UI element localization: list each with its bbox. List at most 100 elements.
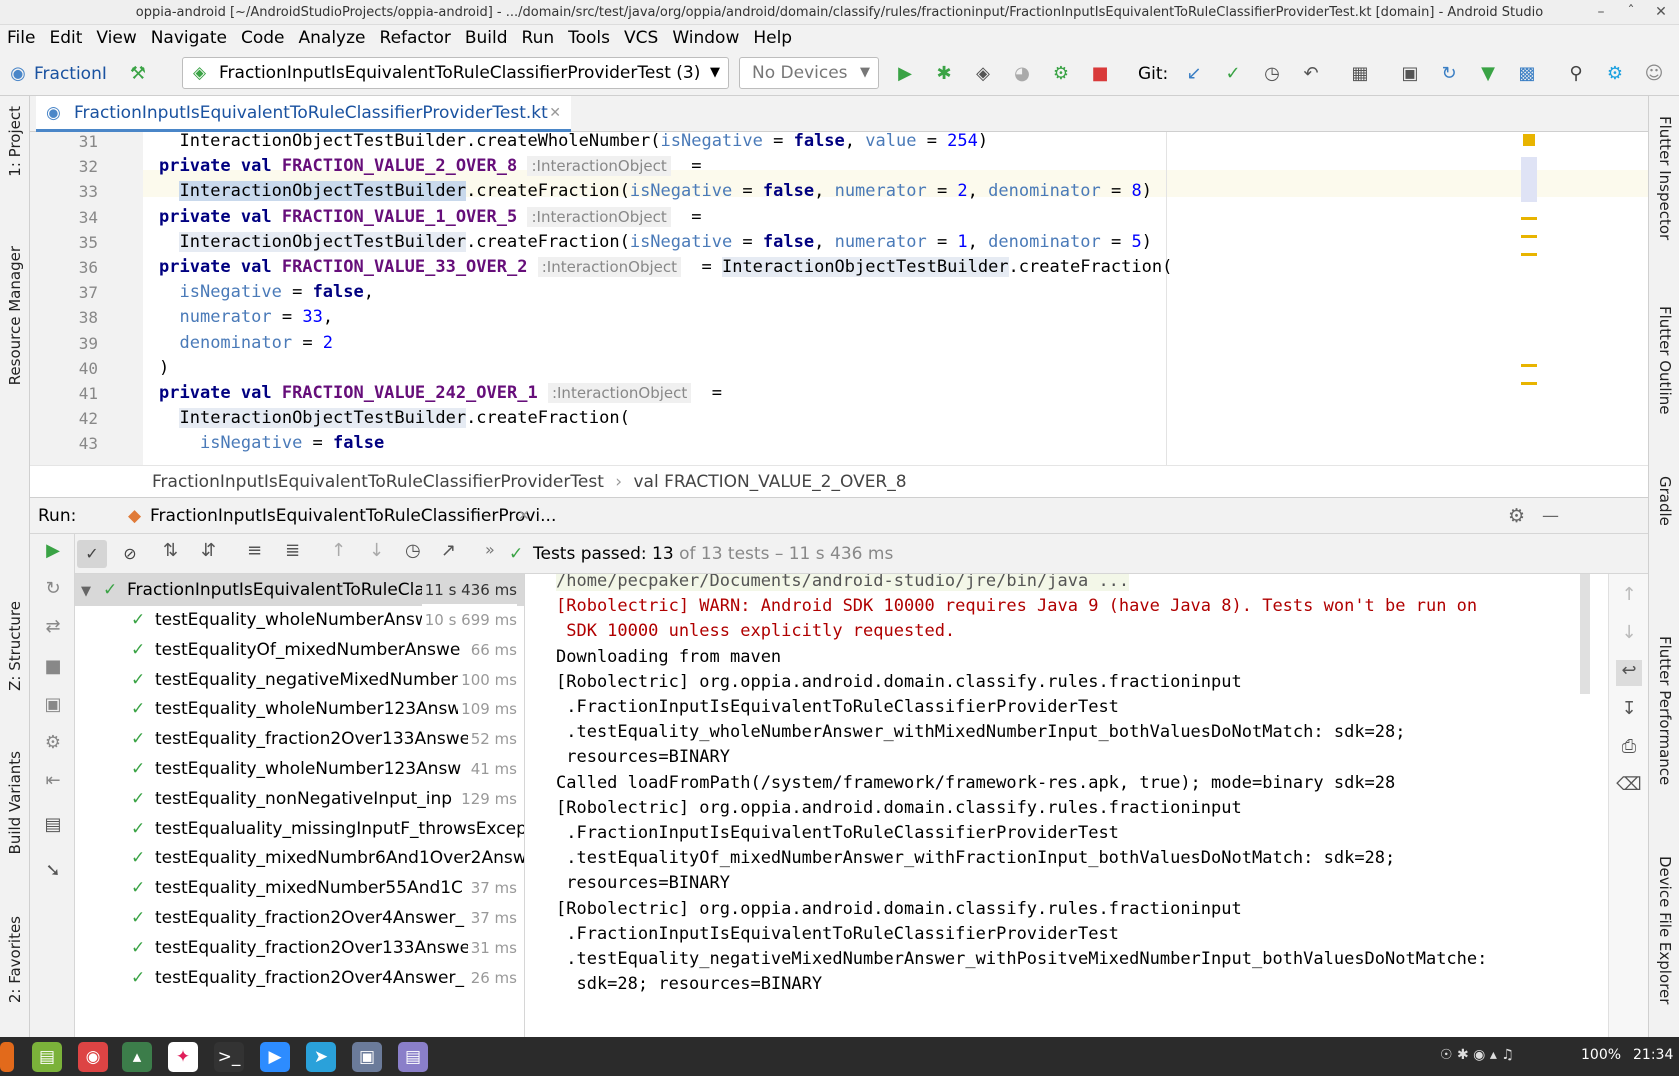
rerun-failed-icon[interactable]: ↻	[40, 578, 66, 604]
menu-refactor[interactable]: Refactor	[373, 25, 458, 52]
git-history-icon[interactable]: ◷	[1260, 62, 1284, 86]
console-output[interactable]: /home/pecpaker/Documents/android-studio/…	[548, 574, 1608, 1037]
sort-alphabetically-icon[interactable]: ⇅	[163, 540, 178, 561]
close-tab-icon[interactable]: ✕	[549, 96, 561, 130]
terminal-icon[interactable]: >_	[214, 1042, 244, 1072]
test-item[interactable]: ✓ testEquality_negativeMixedNumber 100 ms	[75, 663, 524, 696]
project-structure-icon[interactable]: ▦	[1348, 62, 1372, 86]
warning-marker[interactable]	[1523, 134, 1535, 146]
hide-panel-icon[interactable]: —	[1542, 498, 1559, 534]
sdk-manager-icon[interactable]: ▼	[1476, 62, 1500, 86]
run-settings-icon[interactable]: ⚙	[40, 732, 66, 758]
scroll-to-end-icon[interactable]: ↧	[1616, 698, 1642, 724]
search-icon[interactable]: ⚲	[1564, 62, 1588, 86]
flutter-inspector-tool-button[interactable]: Flutter Inspector	[1656, 116, 1674, 240]
previous-test-icon[interactable]: ↑	[331, 540, 346, 561]
structure-tool-button[interactable]: Z: Structure	[6, 601, 24, 691]
test-history-icon[interactable]: ◷	[405, 540, 421, 561]
editor-scroll-gutter[interactable]	[1521, 132, 1537, 465]
stop-run-icon[interactable]: ■	[40, 656, 66, 682]
git-rollback-icon[interactable]: ↶	[1299, 62, 1323, 86]
toggle-auto-test-icon[interactable]: ⇄	[40, 616, 66, 642]
menu-code[interactable]: Code	[234, 25, 292, 52]
menu-file[interactable]: File	[0, 25, 42, 52]
slack-icon[interactable]: ✦	[168, 1042, 198, 1072]
collapse-all-icon[interactable]: ≣	[285, 540, 300, 561]
sort-by-duration-icon[interactable]: ⇵	[201, 540, 216, 561]
maximize-icon[interactable]: ˆ	[1616, 0, 1646, 25]
git-commit-icon[interactable]: ✓	[1221, 62, 1245, 86]
test-item[interactable]: ✓ testEquality_fraction2Over4Answer_ 37 ms	[75, 902, 524, 934]
zoom-icon[interactable]: ▶	[260, 1042, 290, 1072]
menu-navigate[interactable]: Navigate	[144, 25, 234, 52]
project-selector[interactable]: FractionI	[34, 60, 112, 88]
menu-tools[interactable]: Tools	[561, 25, 617, 52]
scroll-thumb[interactable]	[1521, 157, 1537, 202]
test-item[interactable]: ✓ testEquality_fraction2Over4Answer_ 26 ms	[75, 961, 524, 994]
menu-edit[interactable]: Edit	[42, 25, 89, 52]
test-item[interactable]: ✓ testEqualuality_missingInputF_throwsExc…	[75, 813, 524, 845]
gradle-tool-button[interactable]: Gradle	[1656, 476, 1674, 526]
exit-icon[interactable]: ⇤	[40, 770, 66, 796]
layout-inspector-icon[interactable]: ▩	[1515, 62, 1539, 86]
test-item[interactable]: ✓ testEquality_nonNegativeInput_inp 129 ms	[75, 782, 524, 815]
show-passed-toggle-icon[interactable]: ✓	[77, 540, 107, 568]
scroll-up-icon[interactable]: ↑	[1616, 584, 1642, 610]
clear-all-icon[interactable]: ⌫	[1616, 774, 1642, 800]
close-run-tab-icon[interactable]: ✕	[518, 498, 530, 534]
menu-analyze[interactable]: Analyze	[292, 25, 373, 52]
code-editor[interactable]: InteractionObjectTestBuilder.createWhole…	[143, 132, 1648, 465]
run-settings-gear-icon[interactable]: ⚙	[1508, 498, 1525, 534]
test-item[interactable]: ✓ testEquality_wholeNumber123Answ 109 ms	[75, 693, 524, 726]
text-editor-icon[interactable]: ▤	[398, 1042, 428, 1072]
console-scroll-thumb[interactable]	[1580, 574, 1590, 694]
device-file-explorer-tool-button[interactable]: Device File Explorer	[1656, 856, 1674, 1004]
device-select[interactable]: No Devices ▼	[739, 57, 879, 89]
android-studio-icon[interactable]: ▴	[122, 1042, 152, 1072]
test-item[interactable]: ✓ testEquality_fraction2Over133Answe 52 ms	[75, 723, 524, 756]
export-results-icon[interactable]: ↗	[441, 540, 456, 561]
project-tool-button[interactable]: 1: Project	[6, 106, 24, 177]
build-hammer-icon[interactable]: ⚒	[126, 62, 150, 86]
menu-run[interactable]: Run	[515, 25, 562, 52]
test-item[interactable]: ✓ testEquality_wholeNumber123Answ 41 ms	[75, 753, 524, 785]
soft-wrap-icon[interactable]: ↩	[1616, 660, 1642, 686]
menu-build[interactable]: Build	[458, 25, 515, 52]
pin-icon[interactable]: ➘	[40, 860, 66, 886]
show-ignored-toggle-icon[interactable]: ⊘	[115, 540, 145, 568]
next-test-icon[interactable]: ↓	[369, 540, 384, 561]
breadcrumb-class[interactable]: FractionInputIsEquivalentToRuleClassifie…	[152, 472, 604, 492]
settings-gear-icon[interactable]: ⚙	[1603, 62, 1627, 86]
flutter-performance-tool-button[interactable]: Flutter Performance	[1656, 636, 1674, 785]
run-configuration-select[interactable]: ◈ FractionInputIsEquivalentToRuleClassif…	[182, 57, 729, 89]
dump-threads-icon[interactable]: ▣	[40, 694, 66, 720]
editor-tab-active[interactable]: ◉ FractionInputIsEquivalentToRuleClassif…	[36, 96, 571, 132]
test-item[interactable]: ✓ testEquality_mixedNumber55And1C 37 ms	[75, 872, 524, 905]
git-update-icon[interactable]: ↙	[1182, 62, 1206, 86]
menu-view[interactable]: View	[89, 25, 143, 52]
coverage-icon[interactable]: ◈	[971, 62, 995, 86]
files-icon[interactable]: ▤	[32, 1042, 62, 1072]
telegram-icon[interactable]: ➤	[306, 1042, 336, 1072]
menu-window[interactable]: Window	[665, 25, 746, 52]
scroll-down-icon[interactable]: ↓	[1616, 622, 1642, 648]
test-item[interactable]: ✓ testEquality_fraction2Over133Answe 31 ms	[75, 931, 524, 964]
menu-help[interactable]: Help	[746, 25, 799, 52]
breadcrumb-member[interactable]: val FRACTION_VALUE_2_OVER_8	[633, 472, 906, 492]
expand-arrow-icon[interactable]: ▼	[81, 576, 103, 606]
screenshot-icon[interactable]: ▣	[352, 1042, 382, 1072]
run-icon[interactable]: ▶	[893, 62, 917, 86]
layout-icon[interactable]: ▤	[40, 814, 66, 840]
attach-debugger-icon[interactable]: ⚙	[1049, 62, 1073, 86]
rerun-icon[interactable]: ▶	[40, 540, 66, 566]
stop-icon[interactable]: ■	[1088, 62, 1112, 86]
test-item[interactable]: ✓ testEqualityOf_mixedNumberAnswe 66 ms	[75, 633, 524, 666]
chrome-icon[interactable]: ◉	[78, 1042, 108, 1072]
flutter-outline-tool-button[interactable]: Flutter Outline	[1656, 306, 1674, 415]
ubuntu-launcher-icon[interactable]	[0, 1042, 14, 1072]
expand-all-icon[interactable]: ≡	[247, 540, 262, 561]
clock[interactable]: 21:34	[1633, 1047, 1673, 1063]
test-item[interactable]: ✓ testEquality_wholeNumberAnsw 10 s 699 ms	[75, 604, 524, 636]
favorites-tool-button[interactable]: 2: Favorites	[6, 916, 24, 1003]
build-variants-tool-button[interactable]: Build Variants	[6, 751, 24, 854]
